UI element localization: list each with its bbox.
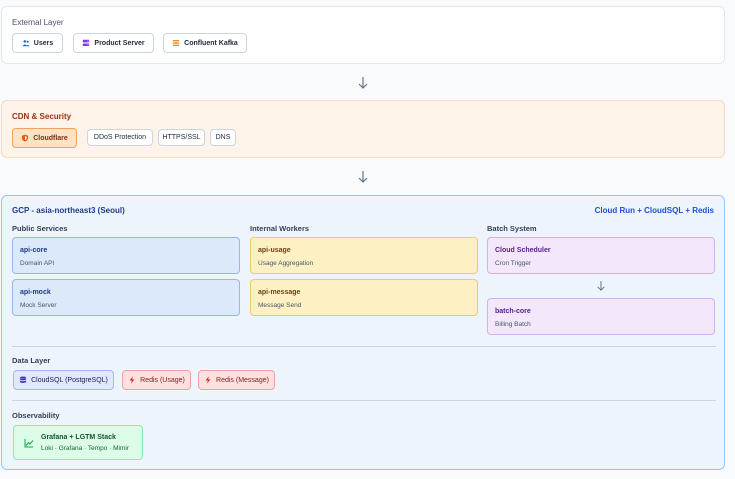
batch-core-card[interactable]: batch-core Billing Batch xyxy=(487,298,715,335)
users-chip[interactable]: Users xyxy=(12,33,63,53)
https-ssl-chip[interactable]: HTTPS/SSL xyxy=(158,129,205,146)
card-title: Cloud Scheduler xyxy=(495,247,551,254)
cloud-scheduler-card[interactable]: Cloud Scheduler Cron Trigger xyxy=(487,237,715,274)
api-core-card[interactable]: api-core Domain API xyxy=(12,237,240,274)
card-subtitle: Billing Batch xyxy=(495,321,531,328)
observability-title: Observability xyxy=(12,411,60,420)
shield-icon xyxy=(21,134,29,142)
product-server-chip-label: Product Server xyxy=(94,39,145,47)
cloudflare-chip[interactable]: Cloudflare xyxy=(12,128,77,148)
card-subtitle: Mock Server xyxy=(20,302,57,309)
card-title: Grafana + LGTM Stack xyxy=(41,434,116,441)
users-icon xyxy=(22,39,30,47)
dns-chip[interactable]: DNS xyxy=(210,129,236,146)
arrow-down-icon xyxy=(357,170,369,184)
arrow-down-icon xyxy=(357,76,369,90)
card-title: api-core xyxy=(20,247,48,254)
gcp-stack-label: Cloud Run + CloudSQL + Redis xyxy=(594,206,714,215)
api-mock-card[interactable]: api-mock Mock Server xyxy=(12,279,240,316)
section-divider xyxy=(12,346,716,347)
gcp-region-title: GCP - asia-northeast3 (Seoul) xyxy=(12,206,125,215)
card-subtitle: Usage Aggregation xyxy=(258,260,314,267)
card-subtitle: Loki · Grafana · Tempo · Mimir xyxy=(41,445,130,452)
users-chip-label: Users xyxy=(33,39,54,47)
list-icon xyxy=(172,39,180,47)
ddos-protection-chip-label: DDoS Protection xyxy=(93,134,147,141)
card-subtitle: Cron Trigger xyxy=(495,260,532,267)
api-usage-card[interactable]: api-usage Usage Aggregation xyxy=(250,237,478,274)
confluent-kafka-chip[interactable]: Confluent Kafka xyxy=(163,33,247,53)
card-title: api-usage xyxy=(258,247,291,254)
redis-usage-chip-label: Redis (Usage) xyxy=(140,376,185,384)
api-message-card[interactable]: api-message Message Send xyxy=(250,279,478,316)
card-title: batch-core xyxy=(495,308,531,315)
cdn-security-panel: CDN & Security Cloudflare DDoS Protectio… xyxy=(1,100,725,158)
ddos-protection-chip[interactable]: DDoS Protection xyxy=(87,129,153,146)
cdn-security-title: CDN & Security xyxy=(12,112,72,121)
dns-chip-label: DNS xyxy=(215,134,231,141)
chart-icon xyxy=(24,438,34,448)
batch-system-title: Batch System xyxy=(487,224,537,233)
section-divider xyxy=(12,400,716,401)
arrow-down-icon xyxy=(596,279,606,291)
bolt-icon xyxy=(204,376,212,384)
card-title: api-mock xyxy=(20,289,51,296)
card-subtitle: Message Send xyxy=(258,302,302,309)
data-layer-title: Data Layer xyxy=(12,356,51,365)
card-title: api-message xyxy=(258,289,301,296)
public-services-title: Public Services xyxy=(12,224,68,233)
external-layer-title: External Layer xyxy=(12,18,64,27)
grafana-lgtm-card[interactable]: Grafana + LGTM Stack Loki · Grafana · Te… xyxy=(13,425,143,460)
cloudsql-chip[interactable]: CloudSQL (PostgreSQL) xyxy=(13,370,114,390)
server-icon xyxy=(82,39,90,47)
external-layer-panel: External Layer Users Product Server Conf… xyxy=(1,6,725,64)
bolt-icon xyxy=(128,376,136,384)
product-server-chip[interactable]: Product Server xyxy=(73,33,154,53)
redis-message-chip-label: Redis (Message) xyxy=(216,376,269,384)
gcp-region-panel: GCP - asia-northeast3 (Seoul) Cloud Run … xyxy=(1,195,725,470)
redis-usage-chip[interactable]: Redis (Usage) xyxy=(122,370,191,390)
card-subtitle: Domain API xyxy=(20,260,55,267)
internal-workers-title: Internal Workers xyxy=(250,224,310,233)
cloudflare-chip-label: Cloudflare xyxy=(33,134,68,142)
cloudsql-chip-label: CloudSQL (PostgreSQL) xyxy=(31,376,108,384)
confluent-kafka-chip-label: Confluent Kafka xyxy=(184,39,238,47)
https-ssl-chip-label: HTTPS/SSL xyxy=(162,134,201,141)
redis-message-chip[interactable]: Redis (Message) xyxy=(198,370,275,390)
database-icon xyxy=(19,376,27,384)
